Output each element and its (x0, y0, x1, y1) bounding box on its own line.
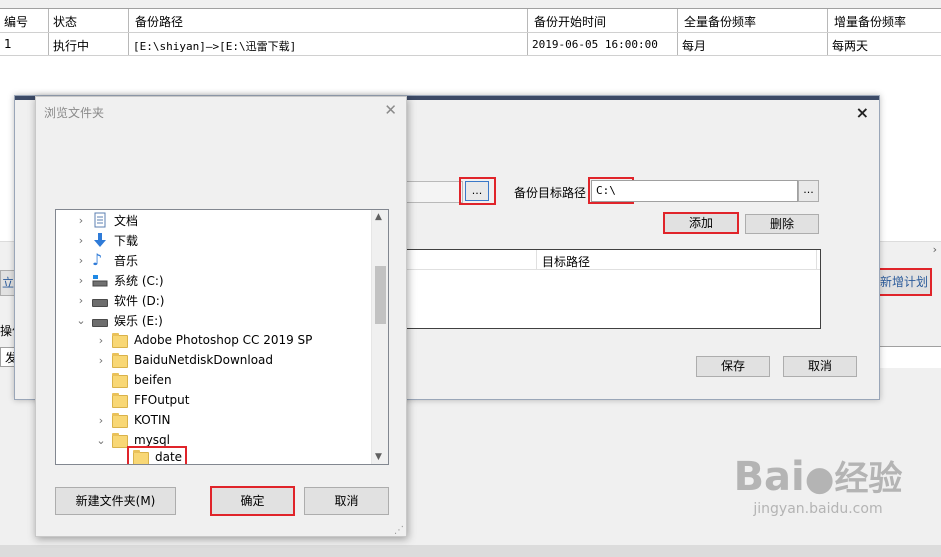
tree-item-kotin[interactable]: › KOTIN (94, 410, 171, 430)
cell-id: 1 (0, 33, 49, 55)
folder-icon (112, 352, 128, 368)
tree-item-beifen[interactable]: beifen (94, 370, 172, 390)
dialog-title: 浏览文件夹 (44, 106, 105, 120)
folder-icon (112, 412, 128, 428)
expand-icon[interactable]: › (74, 234, 88, 247)
path-list[interactable]: 目标路径 (395, 249, 821, 329)
delete-button[interactable]: 删除 (745, 214, 819, 234)
documents-icon (92, 212, 108, 228)
drive-icon (92, 298, 108, 307)
cell-incremental-frequency: 每两天 (832, 39, 869, 53)
expand-icon[interactable]: › (74, 254, 88, 267)
drive-icon (92, 318, 108, 327)
scroll-up-icon[interactable]: ▲ (375, 212, 382, 222)
paw-icon: ● (804, 459, 835, 499)
expand-icon[interactable]: › (74, 274, 88, 287)
tree-item-documents[interactable]: › 文档 (74, 210, 138, 230)
folder-icon (112, 392, 128, 408)
resize-grip-icon[interactable]: ⋰ (394, 525, 404, 536)
status-bar (0, 545, 941, 557)
baidu-jingyan-watermark: Bai●经验 jingyan.baidu.com (713, 455, 923, 545)
expand-icon[interactable]: › (74, 294, 88, 307)
source-browse-highlight: ... (459, 177, 496, 205)
expand-icon[interactable]: › (94, 354, 108, 367)
close-icon[interactable]: × (856, 103, 869, 122)
collapse-icon[interactable]: ⌄ (94, 434, 108, 447)
folder-icon (112, 372, 128, 388)
expand-icon[interactable]: › (94, 334, 108, 347)
cell-full-frequency: 每月 (678, 33, 828, 55)
expand-icon[interactable]: › (94, 414, 108, 427)
watermark-brand: Bai (733, 454, 805, 500)
target-path-input[interactable]: C:\ (591, 180, 798, 202)
system-drive-icon (92, 272, 108, 288)
tree-item-label: KOTIN (134, 413, 171, 427)
col-header-full-frequency[interactable]: 全量备份频率 (678, 9, 828, 32)
scroll-right-icon[interactable]: › (933, 243, 937, 256)
path-list-header: 目标路径 (396, 250, 820, 270)
browse-folder-dialog: 浏览文件夹 ✕ › 文档 › 下载 › ♪ 音乐 › 系统 (C:) › 软件 … (35, 96, 407, 537)
tree-item-label: 音乐 (114, 253, 139, 268)
scroll-down-icon[interactable]: ▼ (375, 452, 382, 462)
tree-item-drive-e[interactable]: ⌄ 娱乐 (E:) (74, 310, 163, 330)
tree-item-label: 系统 (C:) (114, 273, 164, 288)
cancel-button[interactable]: 取消 (304, 487, 389, 515)
cancel-button[interactable]: 取消 (783, 356, 857, 377)
col-header-id[interactable]: 编号 (0, 9, 49, 32)
tree-item-label: 下载 (114, 233, 139, 248)
tree-item-label: 娱乐 (E:) (114, 313, 163, 328)
tree-item-downloads[interactable]: › 下载 (74, 230, 138, 250)
expand-icon[interactable]: › (74, 214, 88, 227)
tree-item-label: mysql (134, 433, 170, 447)
tree-item-label: FFOutput (134, 393, 190, 407)
col-header-start-time[interactable]: 备份开始时间 (528, 9, 678, 32)
add-button[interactable]: 添加 (663, 212, 739, 234)
target-path-label: 备份目标路径 (514, 186, 587, 200)
save-button[interactable]: 保存 (696, 356, 770, 377)
tree-item-label: date (155, 450, 183, 464)
target-browse-button[interactable]: ... (798, 180, 819, 202)
scroll-thumb[interactable] (375, 266, 386, 324)
tree-item-label: beifen (134, 373, 172, 387)
ok-button[interactable]: 确定 (210, 486, 295, 516)
cell-start-time: 2019-06-05 16:00:00 (528, 33, 678, 55)
cell-path: [E:\shiyan]—>[E:\迅雷下载] (129, 33, 528, 55)
tree-item-label: 文档 (114, 213, 139, 228)
col-header-incremental-frequency[interactable]: 增量备份频率 (828, 9, 941, 32)
download-icon (92, 232, 108, 248)
table-row[interactable]: 1 执行中 [E:\shiyan]—>[E:\迅雷下载] 2019-06-05 … (0, 33, 941, 56)
folder-tree[interactable]: › 文档 › 下载 › ♪ 音乐 › 系统 (C:) › 软件 (D:) ⌄ 娱… (55, 209, 389, 465)
tree-item-drive-d[interactable]: › 软件 (D:) (74, 290, 165, 310)
watermark-brand-suffix: 经验 (834, 459, 903, 499)
tree-item-music[interactable]: › ♪ 音乐 (74, 250, 138, 270)
cell-status: 执行中 (49, 33, 129, 55)
tree-item-date-selected[interactable]: date (127, 446, 188, 464)
music-icon: ♪ (92, 250, 103, 269)
tree-vertical-scrollbar[interactable]: ▲ ▼ (371, 210, 388, 464)
folder-icon (133, 449, 149, 464)
col-header-target-path[interactable]: 目标路径 (542, 253, 590, 270)
log-area-right (880, 346, 941, 368)
col-header-path[interactable]: 备份路径 (129, 9, 528, 32)
backup-plan-table: 编号 状态 备份路径 备份开始时间 全量备份频率 增量备份频率 1 执行中 [E… (0, 8, 941, 56)
new-plan-label: 新增计划 (879, 275, 928, 289)
tree-item-photoshop[interactable]: › Adobe Photoshop CC 2019 SP (94, 330, 312, 350)
close-icon[interactable]: ✕ (384, 101, 397, 119)
col-header-status[interactable]: 状态 (49, 9, 129, 32)
tree-item-drive-c[interactable]: › 系统 (C:) (74, 270, 164, 290)
collapse-icon[interactable]: ⌄ (74, 314, 88, 327)
new-folder-button[interactable]: 新建文件夹(M) (55, 487, 176, 515)
source-browse-button[interactable]: ... (465, 181, 489, 201)
folder-icon (112, 332, 128, 348)
table-header: 编号 状态 备份路径 备份开始时间 全量备份频率 增量备份频率 (0, 9, 941, 33)
folder-icon (112, 432, 128, 448)
tree-item-baidunetdisk[interactable]: › BaiduNetdiskDownload (94, 350, 273, 370)
new-plan-button[interactable]: 新增计划 (876, 268, 932, 296)
tree-item-label: 软件 (D:) (114, 293, 165, 308)
tree-item-label: BaiduNetdiskDownload (134, 353, 274, 367)
tree-item-label: Adobe Photoshop CC 2019 SP (134, 333, 313, 347)
tree-item-ffoutput[interactable]: FFOutput (94, 390, 190, 410)
watermark-url: jingyan.baidu.com (753, 501, 883, 517)
